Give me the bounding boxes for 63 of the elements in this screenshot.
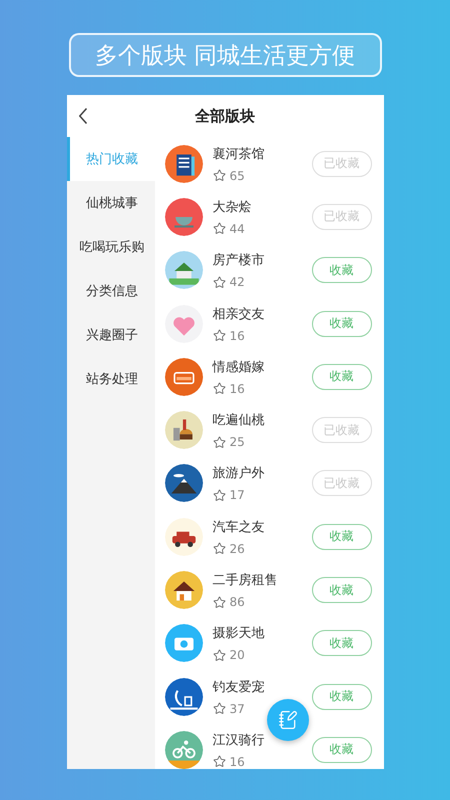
document-icon (164, 144, 202, 183)
board-name: 二手房租售 (212, 572, 278, 590)
favorite-count: 16 (230, 382, 245, 396)
teacup-icon (164, 198, 202, 236)
star-icon (212, 222, 226, 236)
star-icon (212, 436, 226, 449)
board-name: 房产楼市 (212, 252, 266, 270)
board-name: 相亲交友 (212, 306, 266, 323)
house-icon (164, 251, 202, 290)
star-icon (212, 755, 226, 768)
sidebar-item[interactable]: 仙桃城事 (66, 181, 154, 225)
favorite-count: 17 (230, 488, 245, 502)
board-name: 大杂烩 (212, 198, 252, 216)
board-name: 襄河茶馆 (212, 146, 266, 163)
edit-icon (278, 710, 298, 730)
board-name: 吃遍仙桃 (212, 412, 266, 430)
car-icon (164, 518, 202, 556)
board-name: 江汉骑行 (212, 732, 266, 749)
favorite-count: 16 (230, 328, 245, 343)
favorite-count: 65 (230, 168, 245, 183)
star-icon (212, 169, 226, 182)
sidebar-item[interactable]: 热门收藏 (66, 137, 154, 181)
star-icon (212, 542, 226, 556)
favorite-button[interactable]: 收藏 (312, 736, 372, 763)
favorite-button[interactable]: 收藏 (312, 577, 372, 604)
sidebar-item[interactable]: 站务处理 (66, 357, 154, 401)
favorite-count: 20 (230, 648, 245, 662)
favorite-count: 16 (230, 754, 245, 769)
board-name: 钓友爱宠 (212, 678, 266, 696)
banner-title: 多个版块 同城生活更方便 (68, 33, 382, 77)
board-name: 情感婚嫁 (212, 358, 266, 376)
star-icon (212, 488, 226, 502)
favorite-button[interactable]: 收藏 (312, 310, 372, 337)
board-name: 摄影天地 (212, 625, 266, 642)
favorite-count: 26 (230, 542, 245, 556)
house-icon (164, 571, 202, 610)
favorite-button[interactable]: 收藏 (312, 684, 372, 710)
page-title: 全部版块 (195, 106, 255, 126)
camera-icon (164, 624, 202, 662)
favorite-button[interactable]: 收藏 (312, 257, 372, 284)
favorite-button[interactable]: 收藏 (312, 630, 372, 656)
favorite-button[interactable]: 收藏 (312, 524, 372, 550)
board-name: 旅游户外 (212, 465, 266, 482)
star-icon (212, 382, 226, 396)
star-icon (212, 702, 226, 716)
back-button[interactable] (78, 108, 86, 124)
sidebar-item[interactable]: 兴趣圈子 (66, 313, 154, 357)
favorite-count: 42 (230, 275, 245, 290)
favorite-button[interactable]: 收藏 (312, 364, 372, 390)
sidebar-item[interactable]: 分类信息 (66, 269, 154, 313)
favorite-count: 37 (230, 702, 245, 716)
mountain-icon (164, 464, 202, 502)
favorite-count: 44 (230, 222, 245, 236)
favorite-count: 25 (230, 435, 245, 450)
star-icon (212, 329, 226, 342)
sidebar-item[interactable]: 吃喝玩乐购 (66, 225, 154, 269)
star-icon (212, 596, 226, 609)
burger-icon (164, 411, 202, 450)
favorite-count: 86 (230, 595, 245, 610)
star-icon (212, 648, 226, 662)
star-icon (212, 276, 226, 289)
board-name: 汽车之友 (212, 518, 266, 536)
back-icon (78, 108, 86, 124)
